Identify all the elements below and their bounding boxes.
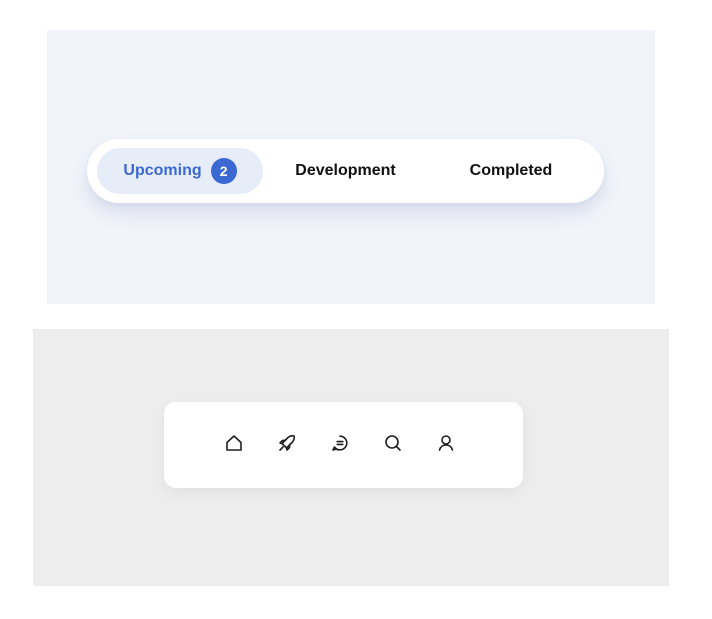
tab-development-label: Development (295, 162, 396, 179)
tab-completed-label: Completed (469, 162, 553, 179)
nav-icon-row (224, 433, 456, 453)
rocket-icon-graphic (279, 434, 296, 451)
tab-upcoming-label: Upcoming (123, 162, 202, 179)
search-icon[interactable] (383, 433, 403, 453)
chat-icon-graphic (332, 435, 348, 451)
segmented-tabs: Upcoming 2 Development Completed (87, 139, 604, 203)
chat-icon[interactable] (330, 433, 350, 453)
search-icon-graphic (385, 435, 401, 451)
upcoming-count-badge: 2 (210, 158, 237, 184)
bottom-nav-bar (164, 402, 523, 488)
nav-showcase-panel (33, 329, 669, 586)
rocket-icon[interactable] (277, 433, 297, 453)
tab-completed[interactable]: Completed (428, 148, 594, 194)
home-icon-graphic (226, 435, 242, 451)
user-icon-graphic (438, 435, 454, 451)
tab-development[interactable]: Development (263, 148, 428, 194)
user-icon[interactable] (436, 433, 456, 453)
home-icon[interactable] (224, 433, 244, 453)
tabs-showcase-panel: Upcoming 2 Development Completed (47, 30, 655, 304)
stage: Upcoming 2 Development Completed (0, 0, 712, 619)
tab-upcoming[interactable]: Upcoming 2 (97, 148, 263, 194)
